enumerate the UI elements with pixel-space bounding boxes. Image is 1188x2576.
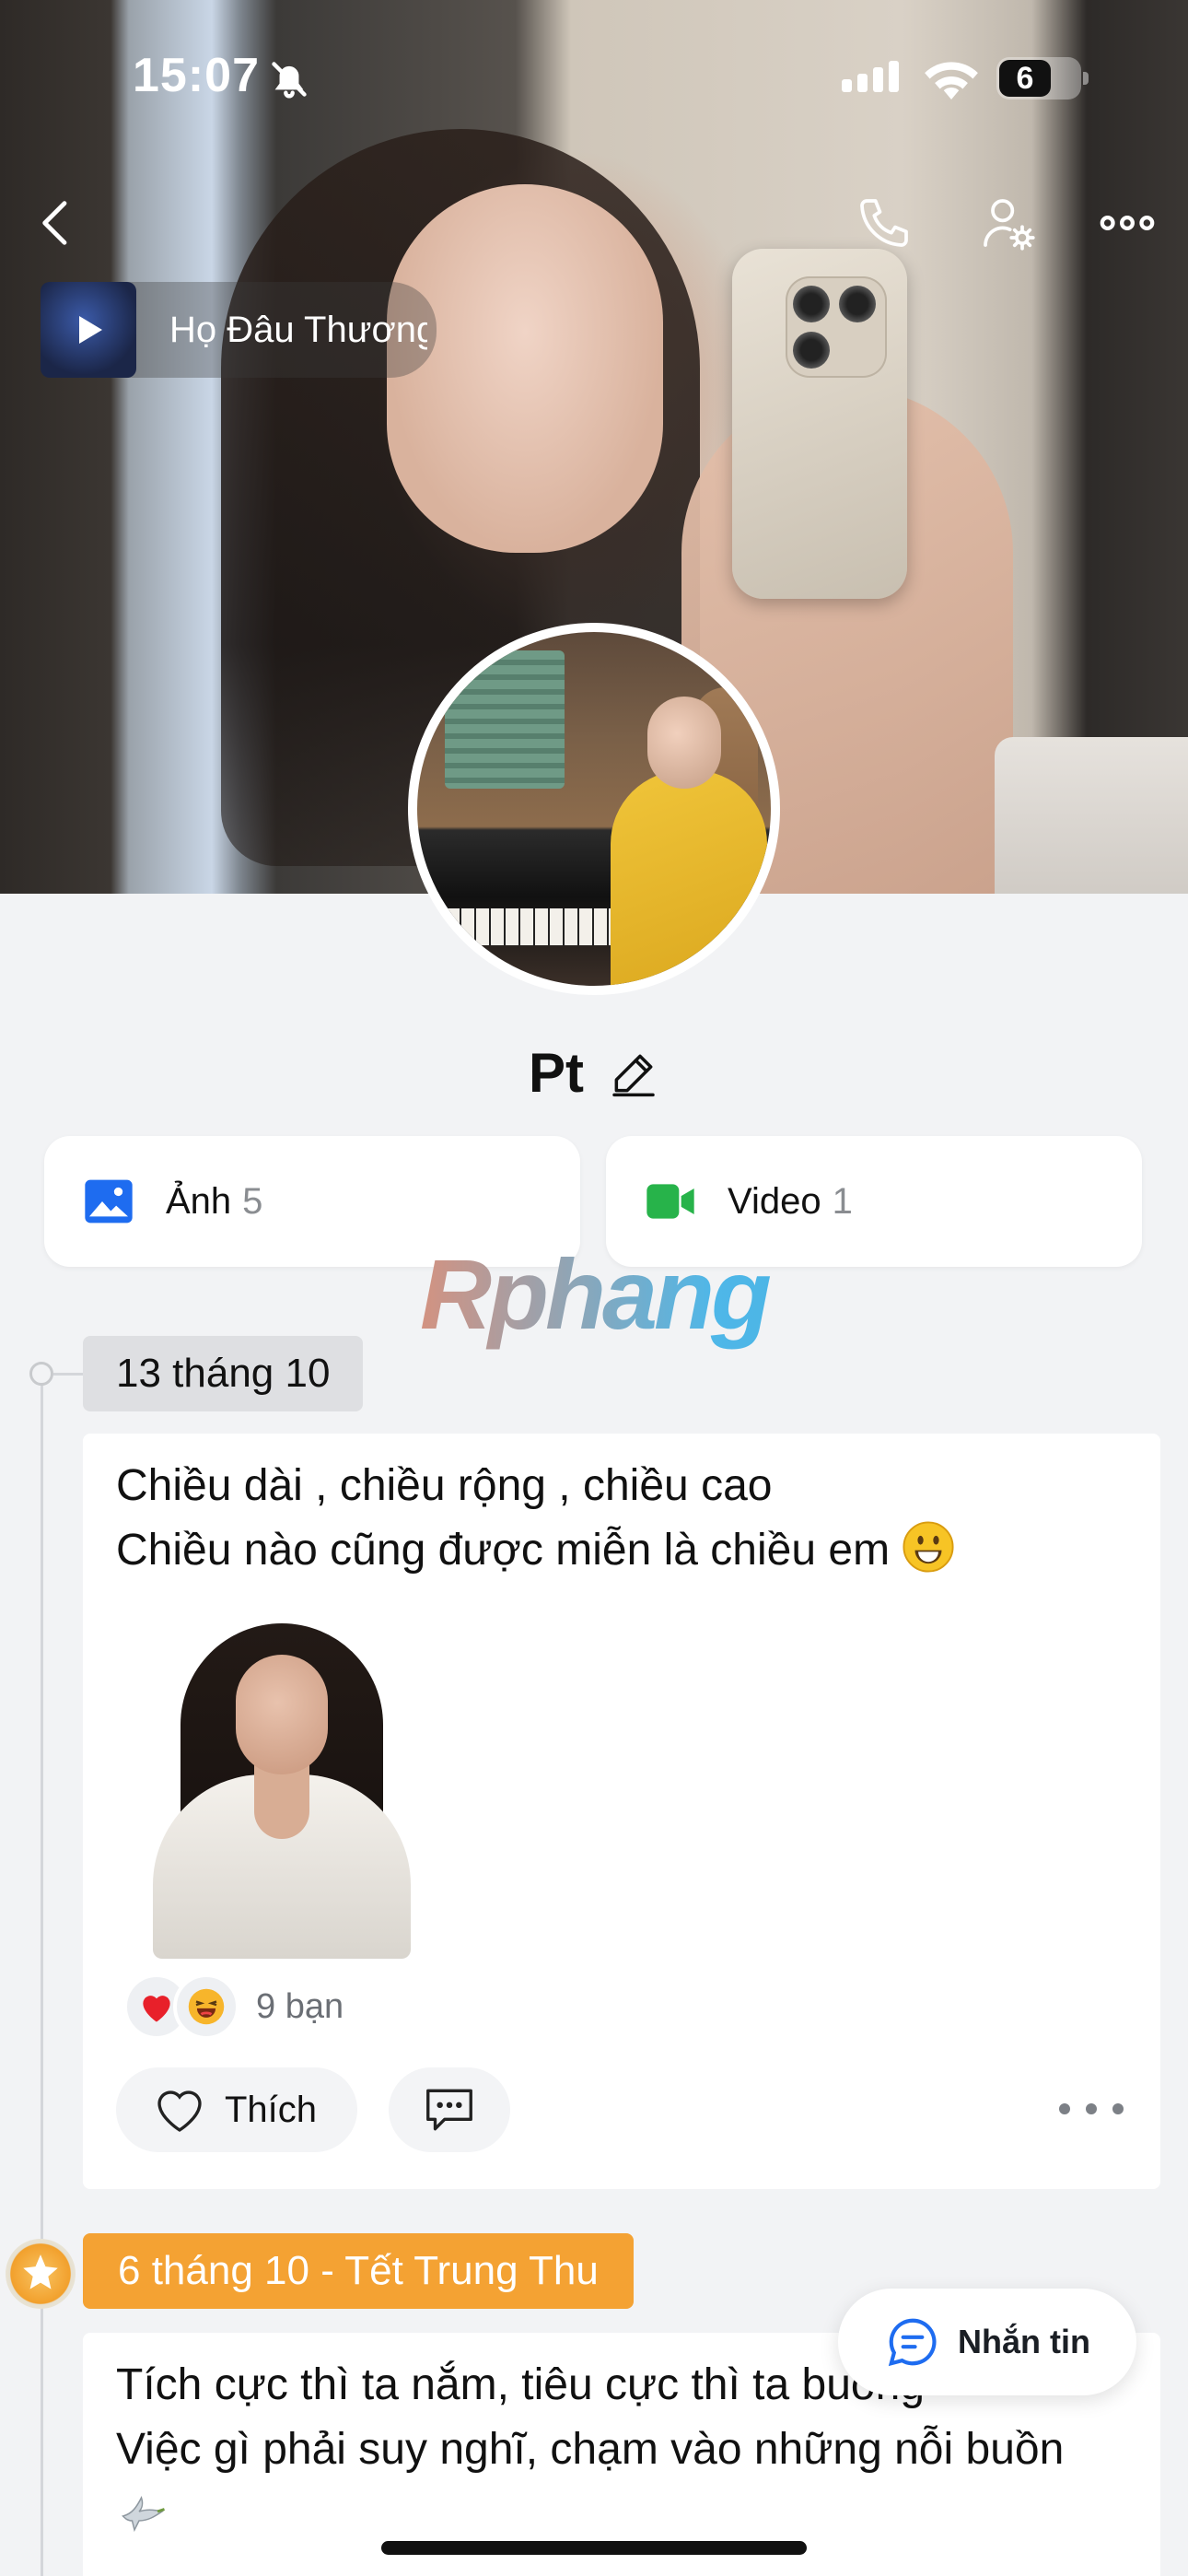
message-button[interactable]: Nhắn tin xyxy=(838,2289,1136,2395)
post-more-button[interactable] xyxy=(1059,2086,1124,2132)
music-title: Họ Đâu Thương Em xyxy=(169,309,427,350)
user-settings-icon xyxy=(984,199,1035,251)
chevron-left-icon xyxy=(42,201,67,245)
wifi-icon xyxy=(925,62,978,100)
like-label: Thích xyxy=(225,2089,318,2130)
chat-bubble-icon xyxy=(888,2318,937,2367)
mid-autumn-icon xyxy=(6,2239,76,2309)
timeline-dot xyxy=(29,1362,53,1386)
cover-face xyxy=(387,184,663,553)
video-camera-icon xyxy=(646,1184,694,1219)
more-horizontal-icon xyxy=(1100,216,1155,231)
post-card[interactable]: Chiều dài , chiều rộng , chiều cao Chiều… xyxy=(83,1434,1160,2189)
laugh-reaction-icon xyxy=(173,1973,239,2040)
home-indicator[interactable] xyxy=(381,2541,807,2555)
photos-label: Ảnh xyxy=(166,1180,232,1222)
comment-icon xyxy=(426,2089,472,2131)
smiley-emoji-icon xyxy=(903,1521,954,1573)
profile-settings-button[interactable] xyxy=(971,186,1044,260)
battery-level: 6 xyxy=(999,60,1051,97)
post-date-chip: 13 tháng 10 xyxy=(83,1336,364,1411)
profile-name-row: Pt xyxy=(0,1041,1188,1105)
post-text: Chiều dài , chiều rộng , chiều cao Chiều… xyxy=(83,1434,1160,1583)
reaction-count: 9 bạn xyxy=(256,1986,344,2026)
post-date-chip-festival: 6 tháng 10 - Tết Trung Thu xyxy=(83,2233,634,2309)
music-cover xyxy=(41,282,136,378)
bell-off-icon xyxy=(272,62,307,99)
like-button[interactable]: Thích xyxy=(116,2067,358,2152)
edit-name-icon[interactable] xyxy=(608,1048,659,1099)
play-icon xyxy=(79,316,102,344)
videos-label: Video xyxy=(728,1180,821,1222)
message-label: Nhắn tin xyxy=(958,2323,1090,2360)
back-button[interactable] xyxy=(20,186,94,260)
heart-outline-icon xyxy=(157,2090,202,2132)
post-line-2: Việc gì phải suy nghĩ, chạm vào những nỗ… xyxy=(116,2425,1065,2474)
signal-icon xyxy=(842,61,899,92)
photo-icon xyxy=(85,1179,133,1224)
status-bar: 15:07 6 xyxy=(0,0,1188,157)
profile-music[interactable]: Họ Đâu Thương Em xyxy=(41,282,437,378)
avatar[interactable] xyxy=(408,623,780,995)
call-button[interactable] xyxy=(847,186,921,260)
more-options-button[interactable] xyxy=(1090,186,1164,260)
phone-camera xyxy=(786,276,887,378)
post-line-1: Chiều dài , chiều rộng , chiều cao xyxy=(116,1461,773,1510)
reactions-summary[interactable]: 9 bạn xyxy=(123,1973,344,2040)
comment-button[interactable] xyxy=(389,2067,510,2152)
cover-bed xyxy=(995,737,1188,894)
videos-count: 1 xyxy=(832,1180,853,1222)
cover-phone xyxy=(732,249,907,599)
photos-count: 5 xyxy=(242,1180,263,1222)
dove-emoji-icon xyxy=(122,2496,165,2533)
status-time: 15:07 xyxy=(133,49,260,102)
profile-name: Pt xyxy=(529,1042,584,1104)
phone-icon xyxy=(860,199,908,247)
timeline-line xyxy=(41,1373,43,2576)
battery-icon: 6 xyxy=(996,57,1089,100)
post-image[interactable] xyxy=(116,1618,448,1959)
post-line-2: Chiều nào cũng được miễn là chiều em xyxy=(116,1526,891,1575)
watermark-logo: Rphang xyxy=(0,1236,1188,1352)
